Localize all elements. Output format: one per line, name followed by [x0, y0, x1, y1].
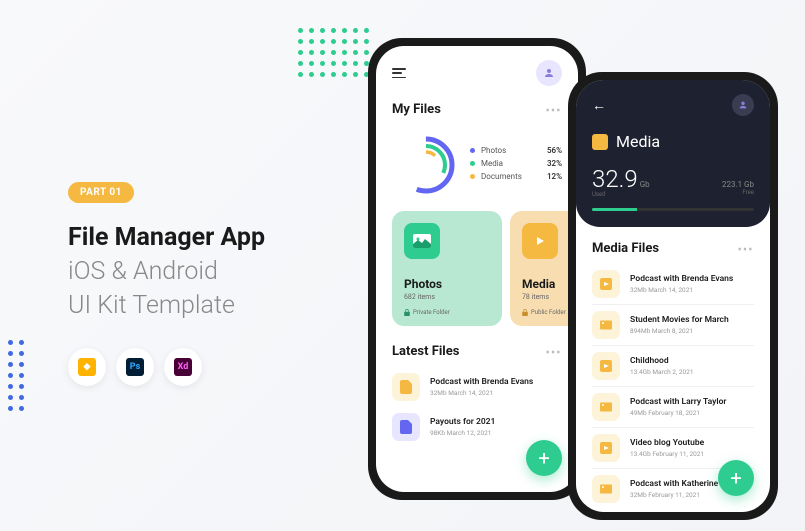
list-item[interactable]: Podcast with Brenda Evans32Mb March 14, … [576, 264, 770, 304]
add-button[interactable]: + [718, 460, 754, 496]
back-icon[interactable]: ← [592, 97, 606, 114]
folder-card-photos[interactable]: Photos 682 items Private Folder [392, 211, 502, 326]
more-icon[interactable]: ⋯ [545, 100, 562, 119]
sketch-icon: ◆ [68, 348, 106, 386]
latest-files-list: Podcast with Brenda Evans32Mb March 14, … [376, 367, 578, 447]
legend-item: Photos56% [470, 146, 562, 155]
folder-icon [592, 134, 608, 150]
storage-donut-chart [392, 131, 460, 199]
card-subtitle: 682 items [404, 293, 490, 301]
storage-used: 32.9GbUsed [592, 165, 650, 198]
decoration-dots-green [298, 28, 369, 77]
phone-mockup-2: ← Media 32.9GbUsed 223.1 GbFree Media Fi… [568, 72, 778, 520]
media-files-heading: Media Files [592, 241, 659, 256]
my-files-heading: My Files [392, 102, 441, 117]
lock-icon [522, 309, 528, 316]
list-item[interactable]: Podcast with Larry Taylor49Mb February 1… [576, 387, 770, 427]
more-icon[interactable]: ⋯ [545, 342, 562, 361]
storage-progress [592, 208, 754, 211]
product-subtitle-2: UI Kit Template [68, 289, 328, 323]
lock-icon [404, 309, 410, 316]
xd-icon: Xd [164, 348, 202, 386]
avatar[interactable] [536, 60, 562, 86]
phone-mockup-1: My Files⋯ Photos56%Media32%Documents12% … [368, 38, 586, 500]
decoration-dots-blue [8, 340, 24, 411]
chart-legend: Photos56% Media32% Documents12% [470, 146, 562, 185]
list-item[interactable]: Childhood13.4Gb March 2, 2021 [576, 346, 770, 386]
card-title: Photos [404, 277, 490, 291]
legend-item: Media32% [470, 159, 562, 168]
avatar[interactable] [732, 94, 754, 116]
marketing-panel: PART 01 File Manager App iOS & Android U… [68, 180, 328, 386]
storage-free: 223.1 GbFree [722, 180, 754, 196]
menu-icon[interactable] [392, 68, 406, 78]
part-badge: PART 01 [68, 182, 134, 203]
list-item[interactable]: Podcast with Brenda Evans32Mb March 14, … [376, 367, 578, 407]
add-button[interactable]: + [526, 440, 562, 476]
page-title: Media [616, 132, 660, 151]
latest-files-heading: Latest Files [392, 344, 459, 359]
photoshop-icon: Ps [116, 348, 154, 386]
legend-item: Documents12% [470, 172, 562, 181]
list-item[interactable]: Student Movies for March894Mb March 8, 2… [576, 305, 770, 345]
product-title: File Manager App [68, 221, 328, 255]
more-icon[interactable]: ⋯ [737, 239, 754, 258]
product-subtitle-1: iOS & Android [68, 255, 328, 289]
